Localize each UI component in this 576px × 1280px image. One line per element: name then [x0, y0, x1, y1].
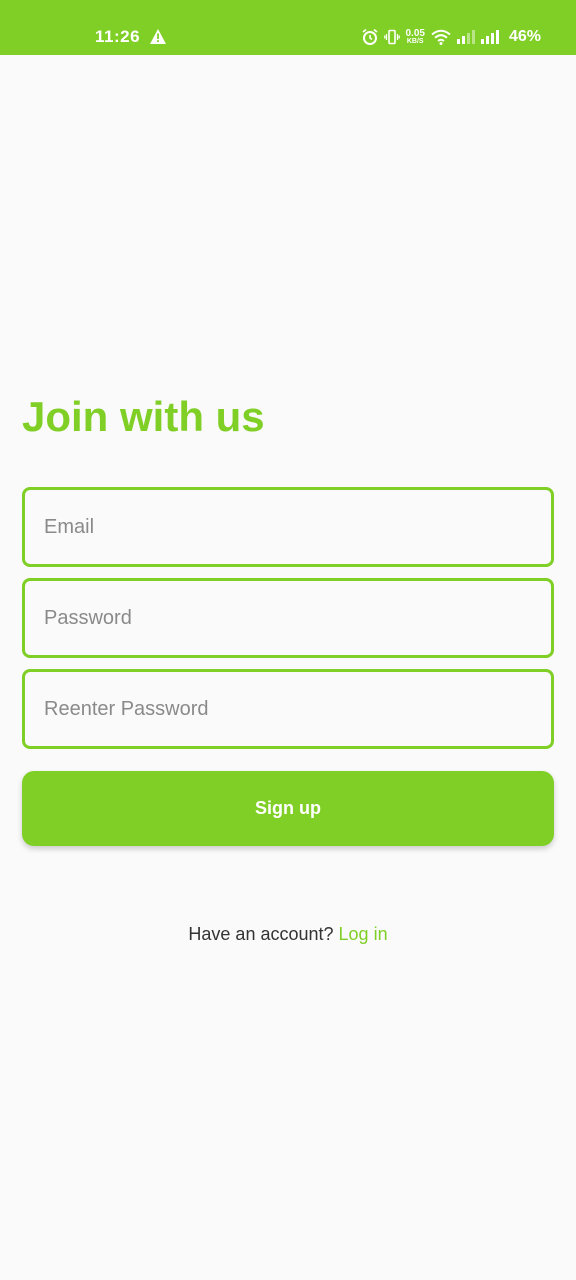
alarm-icon [361, 29, 378, 45]
reenter-password-field[interactable] [22, 669, 554, 749]
signal-weak-icon [456, 30, 475, 44]
login-link[interactable]: Log in [339, 924, 388, 944]
wifi-icon [431, 29, 451, 45]
login-prompt: Have an account? [188, 924, 334, 944]
page-title: Join with us [22, 393, 265, 440]
login-row: Have an account? Log in [0, 922, 576, 946]
status-bar: 11:26 0.05 KB/S 46% [0, 0, 576, 55]
status-time: 11:26 [95, 27, 141, 46]
net-speed: 0.05 KB/S [405, 28, 425, 46]
warning-icon [150, 29, 166, 44]
signal-strong-icon [480, 30, 499, 44]
net-speed-unit: KB/S [406, 38, 424, 45]
sign-up-button[interactable]: Sign up [22, 771, 554, 846]
battery-level: 46% [508, 28, 541, 45]
vibrate-icon [383, 29, 400, 45]
email-field[interactable] [22, 487, 554, 567]
password-field[interactable] [22, 578, 554, 658]
status-icons: 0.05 KB/S 46% [361, 26, 541, 48]
net-speed-value: 0.05 [405, 28, 425, 39]
